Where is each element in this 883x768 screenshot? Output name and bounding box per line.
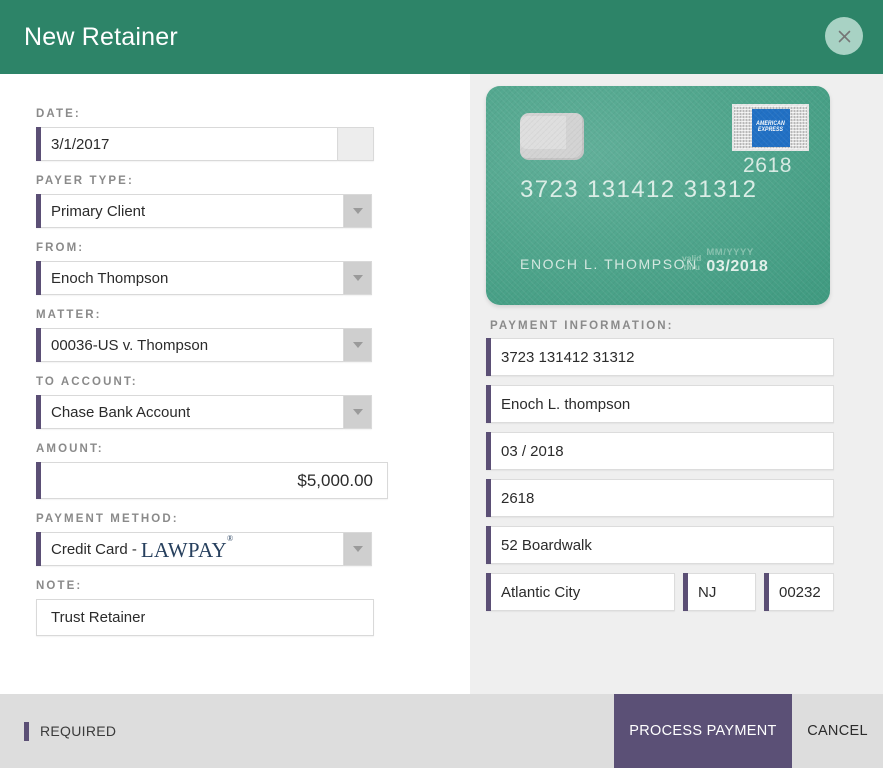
payer-type-label: PAYER TYPE:: [36, 175, 470, 187]
note-label: NOTE:: [36, 580, 470, 592]
from-value: Enoch Thompson: [51, 271, 168, 286]
note-input[interactable]: Trust Retainer: [36, 599, 374, 636]
close-icon[interactable]: [825, 17, 863, 55]
field-payment-method: PAYMENT METHOD: Credit Card - LAWPAY®: [36, 513, 470, 566]
payment-method-value: Credit Card -: [51, 542, 137, 557]
card-number: 3723 131412 31312: [520, 176, 757, 204]
lawpay-law: LAW: [141, 538, 188, 562]
amount-input[interactable]: $5,000.00: [36, 462, 388, 499]
required-marker-icon: [24, 722, 29, 741]
field-to-account: TO ACCOUNT: Chase Bank Account: [36, 376, 470, 429]
amex-brand-line2: EXPRESS: [758, 127, 783, 133]
name-on-card-input[interactable]: Enoch L. thompson: [486, 385, 834, 423]
payment-method-select[interactable]: Credit Card - LAWPAY®: [36, 532, 344, 566]
to-account-value: Chase Bank Account: [51, 405, 190, 420]
matter-select[interactable]: 00036-US v. Thompson: [36, 328, 344, 362]
to-account-label: TO ACCOUNT:: [36, 376, 470, 388]
valid-thru-line2: thru: [682, 263, 701, 272]
required-label: REQUIRED: [40, 723, 116, 739]
cvv-input[interactable]: 2618: [486, 479, 834, 517]
matter-label: MATTER:: [36, 309, 470, 321]
required-legend: REQUIRED: [0, 694, 614, 768]
card-number-input[interactable]: 3723 131412 31312: [486, 338, 834, 376]
to-account-select[interactable]: Chase Bank Account: [36, 395, 344, 429]
field-matter: MATTER: 00036-US v. Thompson: [36, 309, 470, 362]
field-note: NOTE: Trust Retainer: [36, 580, 470, 636]
field-amount: AMOUNT: $5,000.00: [36, 443, 470, 499]
chevron-down-icon[interactable]: [344, 395, 372, 429]
state-input[interactable]: NJ: [683, 573, 756, 611]
modal-header: New Retainer: [0, 0, 883, 74]
city-value: Atlantic City: [501, 584, 580, 601]
payer-type-value: Primary Client: [51, 204, 145, 219]
lawpay-pay: PAY: [188, 538, 227, 562]
card-holder-name: ENOCH L. THOMPSON: [520, 256, 698, 272]
payment-method-label: PAYMENT METHOD:: [36, 513, 470, 525]
valid-thru-label: valid thru: [682, 254, 701, 272]
retainer-form-pane: DATE: 3/1/2017 PAYER TYPE: Primary Clien…: [0, 74, 470, 694]
from-select[interactable]: Enoch Thompson: [36, 261, 344, 295]
lawpay-logo-icon: LAWPAY®: [141, 538, 234, 563]
emv-chip-icon: [520, 113, 584, 160]
process-payment-button[interactable]: PROCESS PAYMENT: [614, 694, 792, 768]
expiry-format-hint: MM/YYYY: [706, 248, 768, 258]
city-input[interactable]: Atlantic City: [486, 573, 675, 611]
date-label: DATE:: [36, 108, 470, 120]
expiration-value: 03 / 2018: [501, 443, 564, 460]
chevron-down-icon[interactable]: [344, 328, 372, 362]
card-last4: 2618: [729, 154, 806, 178]
name-on-card-value: Enoch L. thompson: [501, 396, 630, 413]
credit-card-preview: AMERICAN EXPRESS 2618 3723 131412 31312 …: [486, 86, 830, 305]
chevron-down-icon[interactable]: [344, 261, 372, 295]
chevron-down-icon[interactable]: [344, 532, 372, 566]
matter-value: 00036-US v. Thompson: [51, 338, 208, 353]
payment-details-pane: AMERICAN EXPRESS 2618 3723 131412 31312 …: [470, 74, 883, 694]
zip-input[interactable]: 00232: [764, 573, 834, 611]
expiration-input[interactable]: 03 / 2018: [486, 432, 834, 470]
modal-body: DATE: 3/1/2017 PAYER TYPE: Primary Clien…: [0, 74, 883, 694]
payer-type-select[interactable]: Primary Client: [36, 194, 344, 228]
state-value: NJ: [698, 584, 716, 601]
amex-logo-icon: AMERICAN EXPRESS: [732, 104, 809, 151]
page-title: New Retainer: [24, 23, 178, 52]
calendar-icon[interactable]: [338, 127, 374, 161]
card-expiry-value: 03/2018: [706, 258, 768, 275]
address-input[interactable]: 52 Boardwalk: [486, 526, 834, 564]
field-from: FROM: Enoch Thompson: [36, 242, 470, 295]
card-expiry-block: valid thru MM/YYYY 03/2018: [682, 248, 768, 275]
field-date: DATE: 3/1/2017: [36, 108, 470, 161]
amount-value: $5,000.00: [297, 472, 373, 489]
address-value: 52 Boardwalk: [501, 537, 592, 554]
field-payer-type: PAYER TYPE: Primary Client: [36, 175, 470, 228]
chevron-down-icon[interactable]: [344, 194, 372, 228]
zip-value: 00232: [779, 584, 821, 601]
amount-label: AMOUNT:: [36, 443, 470, 455]
new-retainer-modal: New Retainer DATE: 3/1/2017 PAYER T: [0, 0, 883, 768]
date-value: 3/1/2017: [51, 137, 109, 152]
date-input[interactable]: 3/1/2017: [36, 127, 338, 161]
cancel-button[interactable]: CANCEL: [792, 694, 883, 768]
card-number-input-value: 3723 131412 31312: [501, 349, 634, 366]
cvv-value: 2618: [501, 490, 534, 507]
from-label: FROM:: [36, 242, 470, 254]
note-value: Trust Retainer: [51, 610, 145, 625]
lawpay-trademark: ®: [227, 534, 233, 543]
modal-footer: REQUIRED PROCESS PAYMENT CANCEL: [0, 694, 883, 768]
payment-information-label: PAYMENT INFORMATION:: [490, 320, 839, 332]
